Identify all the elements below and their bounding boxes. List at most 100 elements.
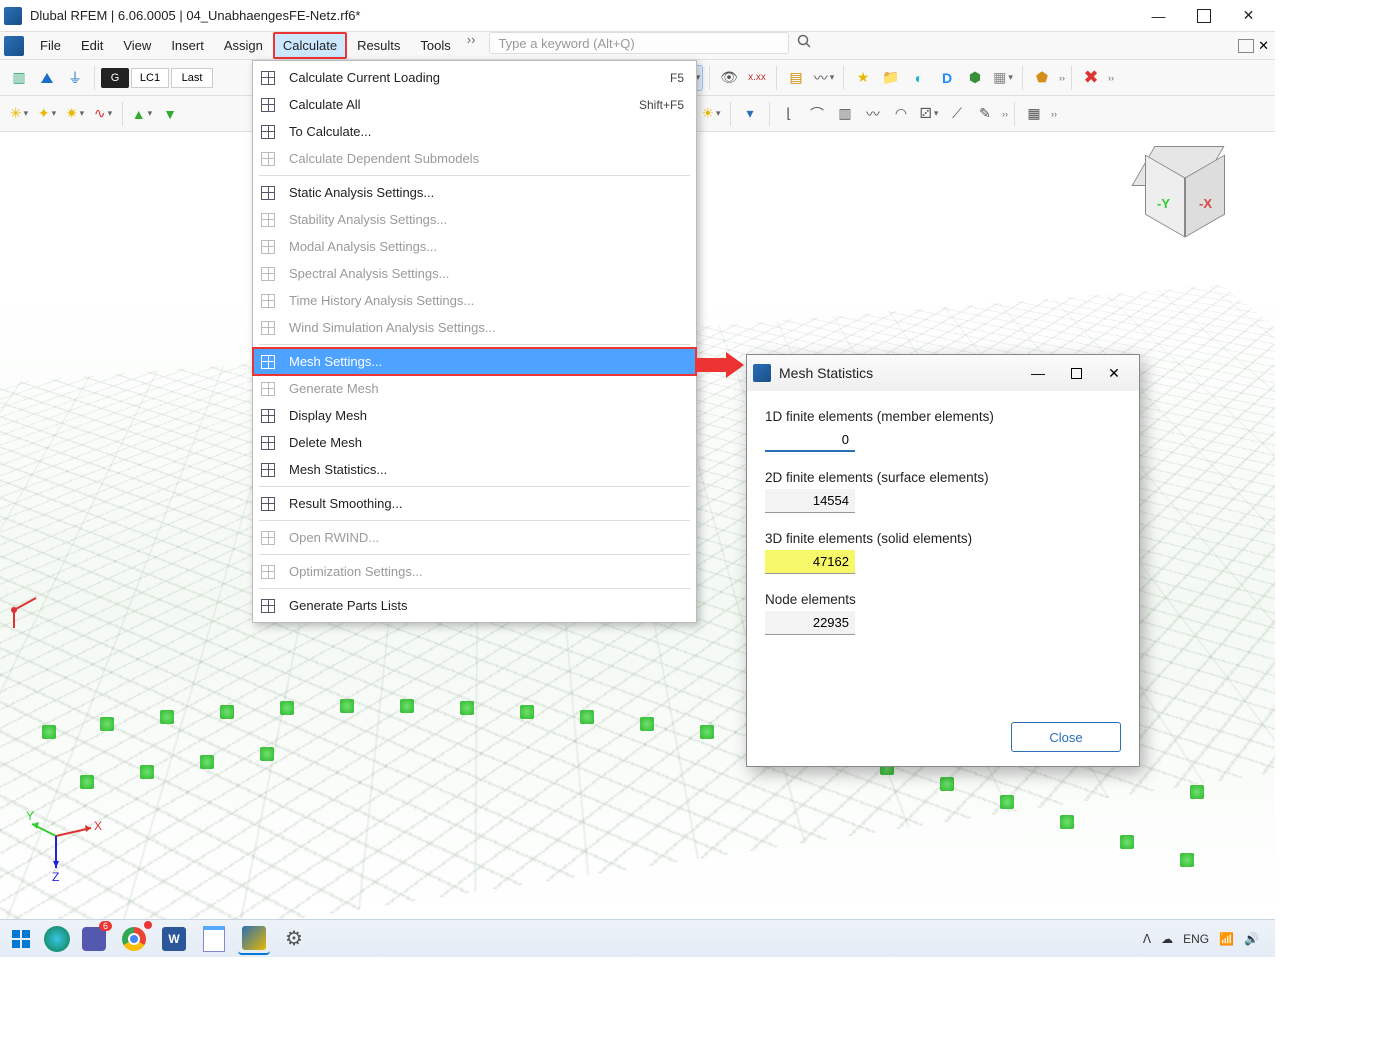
tool-r5-icon[interactable]: ◠ [888, 101, 914, 127]
menu-item-display-mesh[interactable]: Display Mesh [253, 402, 696, 429]
tool-r4-icon[interactable]: 〰 [860, 101, 886, 127]
search-icon[interactable] [795, 32, 813, 50]
mesh-icon [257, 379, 279, 399]
tool-shape-icon[interactable]: ⬟ [1029, 65, 1055, 91]
toolbar-overflow-icon[interactable]: ›› [1059, 73, 1065, 83]
menu-insert[interactable]: Insert [161, 32, 214, 59]
tool-support-green2-icon[interactable]: ▼ [157, 101, 183, 127]
wind-icon [257, 528, 279, 548]
stat-caption: Node elements [765, 592, 1121, 607]
tool-grid2-icon[interactable]: ▦ [1021, 101, 1047, 127]
close-button[interactable]: ✕ [1226, 1, 1271, 31]
tool-line-yellow-icon[interactable]: ✦▾ [34, 101, 60, 127]
support-marker [80, 775, 94, 789]
stat-field: 3D finite elements (solid elements)47162 [765, 531, 1121, 574]
dialog-titlebar[interactable]: Mesh Statistics — ✕ [747, 355, 1139, 391]
window-close-mini-icon[interactable]: ✕ [1258, 38, 1269, 54]
menu-calculate[interactable]: Calculate [273, 32, 347, 59]
tool-filter-icon[interactable]: ▾ [737, 101, 763, 127]
menu-item-to-calculate[interactable]: To Calculate... [253, 118, 696, 145]
tray-cloud-icon[interactable]: ☁ [1161, 932, 1173, 946]
tool-folder-icon[interactable]: 📁 [878, 65, 904, 91]
menu-edit[interactable]: Edit [71, 32, 113, 59]
dialog-close-button[interactable]: ✕ [1095, 359, 1133, 387]
stat-value[interactable]: 0 [765, 428, 855, 452]
menu-item-label: To Calculate... [289, 124, 684, 139]
dialog-maximize-button[interactable] [1057, 359, 1095, 387]
tool-node-yellow-icon[interactable]: ✳▾ [6, 101, 32, 127]
menu-item-static-analysis-settings[interactable]: Static Analysis Settings... [253, 179, 696, 206]
tool-new-icon[interactable]: ▥ [6, 65, 32, 91]
tray-wifi-icon[interactable]: 📶 [1219, 932, 1234, 946]
svg-text:Z: Z [52, 870, 59, 884]
taskbar-rfem-icon[interactable] [238, 923, 270, 955]
tool-r7-icon[interactable]: ✎ [972, 101, 998, 127]
menu-item-generate-parts-lists[interactable]: Generate Parts Lists [253, 592, 696, 619]
tool-cancel-icon[interactable]: ✖ [1078, 65, 1104, 91]
tool-support-icon[interactable] [34, 65, 60, 91]
gear-icon [257, 237, 279, 257]
tool-lastbox[interactable]: Last [171, 68, 213, 88]
tool-dice-icon[interactable]: ⚂▾ [916, 101, 942, 127]
coordinate-axis: X Y Z [26, 806, 106, 889]
menu-tools[interactable]: Tools [410, 32, 460, 59]
tool-curve-red-icon[interactable]: ∿▾ [90, 101, 116, 127]
tool-lcbox[interactable]: LC1 [131, 68, 169, 88]
tool-gbox[interactable]: G [101, 68, 129, 88]
tool-sun-icon[interactable]: ☀▾ [698, 101, 724, 127]
menu-item-label: Calculate All [289, 97, 629, 112]
tool-r1-icon[interactable]: ⌊ [776, 101, 802, 127]
tool-pkg-icon[interactable]: ▦▾ [990, 65, 1016, 91]
tool-layers-icon[interactable]: ▤ [783, 65, 809, 91]
menu-item-calculate-current-loading[interactable]: Calculate Current LoadingF5 [253, 64, 696, 91]
stat-value[interactable]: 14554 [765, 489, 855, 513]
menu-view[interactable]: View [113, 32, 161, 59]
tool-support2-icon[interactable]: ⏚ [62, 65, 88, 91]
menu-assign[interactable]: Assign [214, 32, 273, 59]
tool-star-icon[interactable]: ★ [850, 65, 876, 91]
tool-r3-icon[interactable]: ▥ [832, 101, 858, 127]
start-button[interactable] [6, 924, 36, 954]
taskbar-edge-icon[interactable] [44, 926, 70, 952]
taskbar-settings-icon[interactable]: ⚙ [278, 923, 310, 955]
tray-chevron-icon[interactable]: ᐱ [1143, 932, 1151, 946]
navigation-cube[interactable]: -Y -X [1123, 140, 1233, 250]
taskbar-notepad-icon[interactable] [198, 923, 230, 955]
tool-circle-icon[interactable]: ◐ [906, 65, 932, 91]
menu-item-mesh-statistics[interactable]: Mesh Statistics... [253, 456, 696, 483]
menu-item-stability-analysis-settings: Stability Analysis Settings... [253, 206, 696, 233]
menu-results[interactable]: Results [347, 32, 410, 59]
window-restore-icon[interactable] [1238, 39, 1254, 53]
dialog-minimize-button[interactable]: — [1019, 359, 1057, 387]
tool-eye-icon[interactable]: 👁 [716, 65, 742, 91]
tool-r6-icon[interactable]: ⟋ [944, 101, 970, 127]
stat-value[interactable]: 47162 [765, 550, 855, 574]
stat-value[interactable]: 22935 [765, 611, 855, 635]
menu-item-calculate-all[interactable]: Calculate AllShift+F5 [253, 91, 696, 118]
menu-overflow-icon[interactable]: ›› [461, 32, 482, 59]
taskbar-teams-icon[interactable]: 6 [78, 923, 110, 955]
tool-r2-icon[interactable]: ⌒ [804, 101, 830, 127]
tray-language[interactable]: ENG [1183, 932, 1209, 946]
keyword-search[interactable]: Type a keyword (Alt+Q) [489, 32, 789, 54]
tool-support-green-icon[interactable]: ▲▾ [129, 101, 155, 127]
menu-item-label: Generate Parts Lists [289, 598, 684, 613]
tray-volume-icon[interactable]: 🔊 [1244, 932, 1259, 946]
taskbar-chrome-icon[interactable] [118, 923, 150, 955]
stat-caption: 2D finite elements (surface elements) [765, 470, 1121, 485]
app-menu-icon[interactable] [4, 36, 24, 56]
close-button[interactable]: Close [1011, 722, 1121, 752]
tool-wave-icon[interactable]: 〰▾ [811, 65, 837, 91]
tool-d-icon[interactable]: D [934, 65, 960, 91]
menu-item-mesh-settings[interactable]: Mesh Settings... [253, 348, 696, 375]
tool-cube-icon[interactable]: ⬢ [962, 65, 988, 91]
menu-file[interactable]: File [30, 32, 71, 59]
tool-grid-yellow-icon[interactable]: ✷▾ [62, 101, 88, 127]
menu-item-delete-mesh[interactable]: Delete Mesh [253, 429, 696, 456]
tool-xxx-icon[interactable]: x.xx [744, 65, 770, 91]
minimize-button[interactable]: — [1136, 1, 1181, 31]
maximize-button[interactable] [1181, 1, 1226, 31]
taskbar-word-icon[interactable]: W [158, 923, 190, 955]
menu-item-result-smoothing[interactable]: Result Smoothing... [253, 490, 696, 517]
svg-text:X: X [94, 819, 102, 833]
